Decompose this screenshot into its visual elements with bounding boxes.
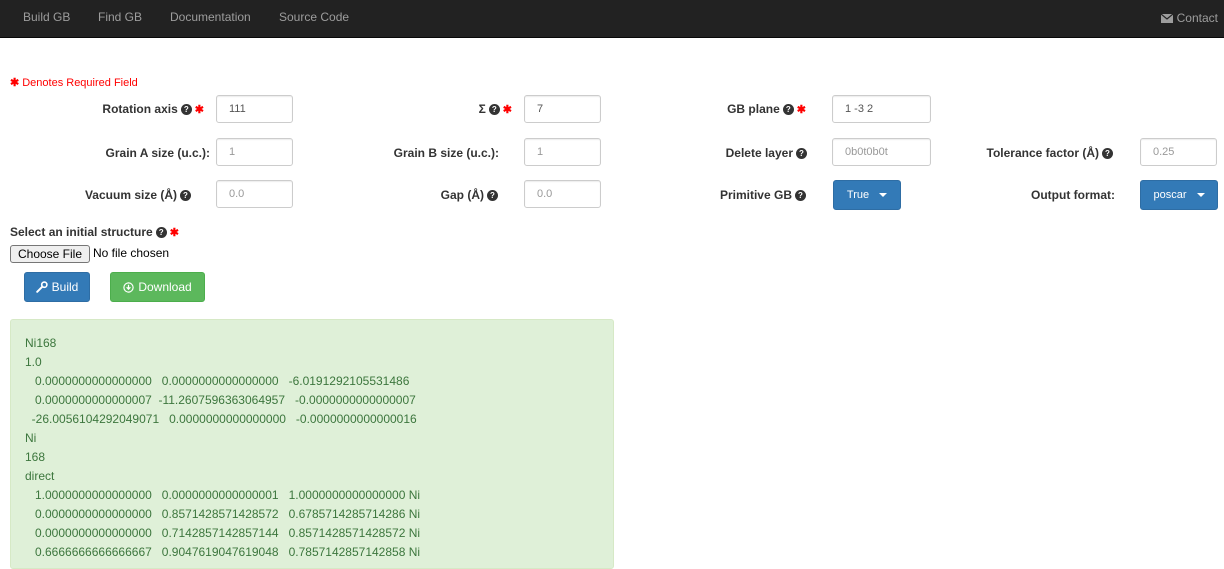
tolerance-label: Tolerance factor (Å) ?: [987, 145, 1113, 161]
sigma-label: Σ ? ✱: [479, 101, 512, 117]
download-circle-icon: [123, 281, 135, 293]
sigma-label-text: Σ: [478, 102, 486, 116]
question-icon[interactable]: ?: [487, 189, 498, 201]
output-line: direct: [25, 469, 55, 483]
output-format-label: Output format:: [1031, 187, 1115, 203]
question-icon[interactable]: ?: [795, 189, 806, 201]
build-button[interactable]: Build: [24, 272, 90, 302]
output-line: 0.0000000000000000 0.0000000000000000 -6…: [25, 374, 410, 388]
required-note-text: Denotes Required Field: [22, 77, 138, 89]
delete-layer-input[interactable]: [832, 138, 931, 166]
rotation-axis-input[interactable]: [216, 95, 293, 123]
output-format-label-text: Output format:: [1031, 188, 1115, 202]
output-panel: Ni168 1.0 0.0000000000000000 0.000000000…: [10, 319, 614, 569]
output-line: Ni: [25, 431, 37, 445]
output-line: 0.0000000000000007 -11.2607596363064957 …: [25, 393, 416, 407]
required-star-icon: ✱: [502, 103, 512, 116]
wrench-icon: [35, 281, 48, 293]
question-icon[interactable]: ?: [180, 103, 192, 115]
output-format-selected: poscar: [1153, 189, 1187, 201]
top-navbar: Build GB Find GB Documentation Source Co…: [0, 0, 1224, 38]
grain-a-label: Grain A size (u.c.):: [106, 145, 210, 161]
output-line: 0.6666666666666667 0.9047619047619048 0.…: [25, 545, 421, 559]
output-line: 0.0000000000000000 0.8571428571428572 0.…: [25, 507, 421, 521]
grain-a-input[interactable]: [216, 138, 293, 166]
structure-label-text: Select an initial structure: [10, 225, 153, 239]
required-note: ✱ Denotes Required Field: [10, 76, 138, 89]
choose-file-button[interactable]: Choose File: [10, 245, 90, 263]
output-format-dropdown[interactable]: poscar: [1140, 180, 1218, 210]
nav-build-gb[interactable]: Build GB: [23, 0, 70, 36]
gb-plane-label: GB plane ? ✱: [727, 101, 806, 117]
required-star-icon: ✱: [169, 226, 179, 239]
primitive-gb-selected: True: [846, 189, 870, 201]
output-line: 1.0: [25, 355, 42, 369]
grain-a-label-text: Grain A size (u.c.):: [105, 146, 210, 160]
gap-input[interactable]: [524, 180, 601, 208]
gb-plane-input[interactable]: [832, 95, 931, 123]
envelope-icon: [1160, 13, 1173, 23]
gap-label-text: Gap (Å): [440, 188, 484, 202]
required-star-icon: ✱: [10, 77, 20, 89]
tolerance-label-text: Tolerance factor (Å): [986, 146, 1099, 160]
required-star-icon: ✱: [796, 103, 806, 116]
primitive-gb-label: Primitive GB ?: [720, 187, 806, 203]
nav-documentation[interactable]: Documentation: [170, 0, 251, 36]
rotation-axis-label: Rotation axis ? ✱: [102, 101, 204, 117]
grain-b-label-text: Grain B size (u.c.):: [393, 146, 499, 160]
structure-label: Select an initial structure ? ✱: [10, 224, 179, 240]
nav-contact[interactable]: Contact: [1160, 0, 1218, 36]
tolerance-input[interactable]: [1140, 138, 1217, 166]
required-star-icon: ✱: [194, 103, 204, 116]
nav-find-gb[interactable]: Find GB: [98, 0, 142, 36]
download-button[interactable]: Download: [110, 272, 205, 302]
delete-layer-label: Delete layer ?: [726, 145, 807, 161]
output-line: Ni168: [25, 336, 57, 350]
question-icon[interactable]: ?: [796, 147, 807, 159]
vacuum-label: Vacuum size (Å) ?: [85, 187, 191, 203]
question-icon[interactable]: ?: [1102, 147, 1113, 159]
question-icon[interactable]: ?: [155, 226, 167, 238]
question-icon[interactable]: ?: [488, 103, 500, 115]
grain-b-input[interactable]: [524, 138, 601, 166]
nav-source-code[interactable]: Source Code: [279, 0, 349, 36]
nav-contact-label: Contact: [1176, 11, 1218, 25]
delete-layer-label-text: Delete layer: [725, 146, 793, 160]
rotation-axis-label-text: Rotation axis: [102, 102, 178, 116]
primitive-gb-label-text: Primitive GB: [719, 188, 792, 202]
vacuum-input[interactable]: [216, 180, 293, 208]
sigma-input[interactable]: [524, 95, 601, 123]
output-line: 0.0000000000000000 0.7142857142857144 0.…: [25, 526, 421, 540]
caret-down-icon: [879, 193, 888, 197]
build-button-label: Build: [51, 280, 79, 294]
gap-label: Gap (Å) ?: [441, 187, 498, 203]
download-button-label: Download: [138, 280, 192, 294]
question-icon[interactable]: ?: [180, 189, 191, 201]
gb-plane-label-text: GB plane: [727, 102, 780, 116]
vacuum-label-text: Vacuum size (Å): [84, 188, 177, 202]
question-icon[interactable]: ?: [782, 103, 794, 115]
caret-down-icon: [1196, 193, 1205, 197]
grain-b-label: Grain B size (u.c.):: [394, 145, 499, 161]
output-line: -26.0056104292049071 0.0000000000000000 …: [25, 412, 417, 426]
file-status: No file chosen: [93, 246, 170, 260]
output-line: 1.0000000000000000 0.0000000000000001 1.…: [25, 488, 421, 502]
primitive-gb-dropdown[interactable]: True: [833, 180, 901, 210]
output-line: 168: [25, 450, 46, 464]
